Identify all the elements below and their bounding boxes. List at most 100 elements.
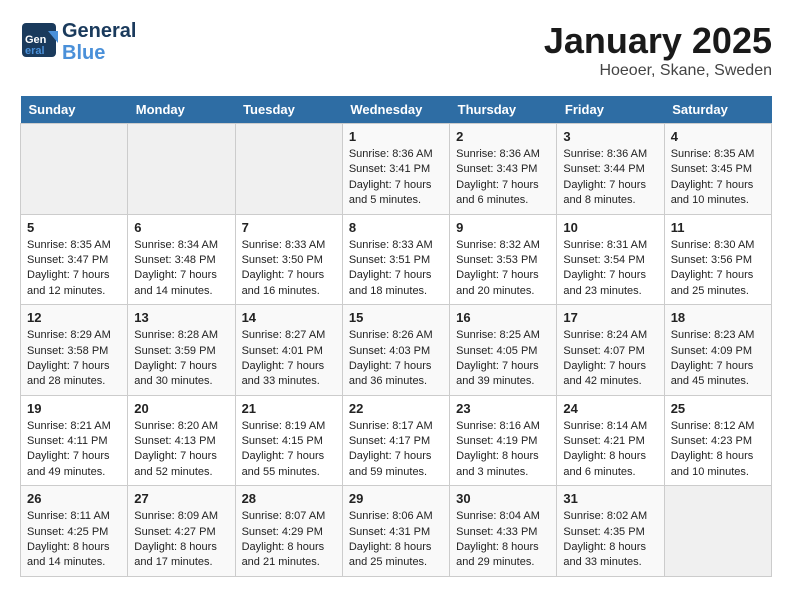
- day-cell: 25 Sunrise: 8:12 AM Sunset: 4:23 PM Dayli…: [664, 395, 771, 486]
- day-info: Sunrise: 8:36 AM Sunset: 3:44 PM Dayligh…: [563, 147, 657, 209]
- day-info: Sunrise: 8:14 AM Sunset: 4:21 PM Dayligh…: [563, 419, 657, 481]
- logo-icon: Gen eral: [20, 21, 58, 64]
- week-row-4: 19Sunrise: 8:21 AM Sunset: 4:11 PM Dayli…: [21, 395, 772, 486]
- day-info: Sunrise: 8:02 AM Sunset: 4:35 PM Dayligh…: [563, 509, 657, 571]
- weekday-friday: Friday: [557, 96, 664, 124]
- day-cell: [21, 124, 128, 215]
- day-cell: [235, 124, 342, 215]
- day-number: 15: [349, 310, 443, 325]
- day-cell: 11 Sunrise: 8:30 AM Sunset: 3:56 PM Dayli…: [664, 214, 771, 305]
- day-number: 27: [134, 491, 228, 506]
- calendar-body: 1Sunrise: 8:36 AM Sunset: 3:41 PM Daylig…: [21, 124, 772, 577]
- day-cell: 13 Sunrise: 8:28 AM Sunset: 3:59 PM Dayli…: [128, 305, 235, 396]
- day-cell: 30 Sunrise: 8:04 AM Sunset: 4:33 PM Dayli…: [450, 486, 557, 577]
- day-info: Sunrise: 8:07 AM Sunset: 4:29 PM Dayligh…: [242, 509, 336, 571]
- day-number: 17: [563, 310, 657, 325]
- day-info: Sunrise: 8:06 AM Sunset: 4:31 PM Dayligh…: [349, 509, 443, 571]
- week-row-5: 26 Sunrise: 8:11 AM Sunset: 4:25 PM Dayli…: [21, 486, 772, 577]
- day-cell: [664, 486, 771, 577]
- day-cell: 27 Sunrise: 8:09 AM Sunset: 4:27 PM Dayli…: [128, 486, 235, 577]
- day-cell: 14Sunrise: 8:27 AM Sunset: 4:01 PM Dayli…: [235, 305, 342, 396]
- day-cell: 7Sunrise: 8:33 AM Sunset: 3:50 PM Daylig…: [235, 214, 342, 305]
- day-cell: 4 Sunrise: 8:35 AM Sunset: 3:45 PM Daylig…: [664, 124, 771, 215]
- day-info: Sunrise: 8:27 AM Sunset: 4:01 PM Dayligh…: [242, 328, 336, 390]
- day-number: 6: [134, 220, 228, 235]
- day-cell: 9 Sunrise: 8:32 AM Sunset: 3:53 PM Daylig…: [450, 214, 557, 305]
- day-info: Sunrise: 8:26 AM Sunset: 4:03 PM Dayligh…: [349, 328, 443, 390]
- day-cell: 19Sunrise: 8:21 AM Sunset: 4:11 PM Dayli…: [21, 395, 128, 486]
- day-info: Sunrise: 8:19 AM Sunset: 4:15 PM Dayligh…: [242, 419, 336, 481]
- day-number: 3: [563, 129, 657, 144]
- location: Hoeoer, Skane, Sweden: [544, 62, 772, 80]
- day-cell: 16Sunrise: 8:25 AM Sunset: 4:05 PM Dayli…: [450, 305, 557, 396]
- day-cell: 20 Sunrise: 8:20 AM Sunset: 4:13 PM Dayli…: [128, 395, 235, 486]
- day-number: 5: [27, 220, 121, 235]
- day-info: Sunrise: 8:36 AM Sunset: 3:43 PM Dayligh…: [456, 147, 550, 209]
- day-number: 4: [671, 129, 765, 144]
- day-number: 28: [242, 491, 336, 506]
- weekday-monday: Monday: [128, 96, 235, 124]
- day-cell: 21 Sunrise: 8:19 AM Sunset: 4:15 PM Dayli…: [235, 395, 342, 486]
- day-cell: 24Sunrise: 8:14 AM Sunset: 4:21 PM Dayli…: [557, 395, 664, 486]
- day-cell: 18 Sunrise: 8:23 AM Sunset: 4:09 PM Dayli…: [664, 305, 771, 396]
- day-number: 25: [671, 401, 765, 416]
- day-number: 8: [349, 220, 443, 235]
- day-info: Sunrise: 8:24 AM Sunset: 4:07 PM Dayligh…: [563, 328, 657, 390]
- weekday-header-row: SundayMondayTuesdayWednesdayThursdayFrid…: [21, 96, 772, 124]
- day-info: Sunrise: 8:11 AM Sunset: 4:25 PM Dayligh…: [27, 509, 121, 571]
- day-info: Sunrise: 8:25 AM Sunset: 4:05 PM Dayligh…: [456, 328, 550, 390]
- weekday-sunday: Sunday: [21, 96, 128, 124]
- day-cell: 17 Sunrise: 8:24 AM Sunset: 4:07 PM Dayli…: [557, 305, 664, 396]
- day-info: Sunrise: 8:20 AM Sunset: 4:13 PM Dayligh…: [134, 419, 228, 481]
- weekday-thursday: Thursday: [450, 96, 557, 124]
- day-cell: 8 Sunrise: 8:33 AM Sunset: 3:51 PM Daylig…: [342, 214, 449, 305]
- day-info: Sunrise: 8:04 AM Sunset: 4:33 PM Dayligh…: [456, 509, 550, 571]
- day-cell: 6Sunrise: 8:34 AM Sunset: 3:48 PM Daylig…: [128, 214, 235, 305]
- day-number: 30: [456, 491, 550, 506]
- logo-blue: Blue: [62, 42, 136, 64]
- svg-text:eral: eral: [25, 45, 45, 57]
- day-info: Sunrise: 8:09 AM Sunset: 4:27 PM Dayligh…: [134, 509, 228, 571]
- weekday-wednesday: Wednesday: [342, 96, 449, 124]
- day-info: Sunrise: 8:31 AM Sunset: 3:54 PM Dayligh…: [563, 238, 657, 300]
- day-cell: 28 Sunrise: 8:07 AM Sunset: 4:29 PM Dayli…: [235, 486, 342, 577]
- day-cell: 2 Sunrise: 8:36 AM Sunset: 3:43 PM Daylig…: [450, 124, 557, 215]
- day-cell: 3 Sunrise: 8:36 AM Sunset: 3:44 PM Daylig…: [557, 124, 664, 215]
- week-row-1: 1Sunrise: 8:36 AM Sunset: 3:41 PM Daylig…: [21, 124, 772, 215]
- calendar-table: SundayMondayTuesdayWednesdayThursdayFrid…: [20, 96, 772, 577]
- day-cell: [128, 124, 235, 215]
- day-number: 31: [563, 491, 657, 506]
- title-block: January 2025 Hoeoer, Skane, Sweden: [544, 20, 772, 80]
- day-info: Sunrise: 8:30 AM Sunset: 3:56 PM Dayligh…: [671, 238, 765, 300]
- day-cell: 15 Sunrise: 8:26 AM Sunset: 4:03 PM Dayli…: [342, 305, 449, 396]
- day-number: 9: [456, 220, 550, 235]
- day-number: 20: [134, 401, 228, 416]
- day-info: Sunrise: 8:35 AM Sunset: 3:45 PM Dayligh…: [671, 147, 765, 209]
- day-number: 11: [671, 220, 765, 235]
- month-title: January 2025: [544, 20, 772, 62]
- day-info: Sunrise: 8:32 AM Sunset: 3:53 PM Dayligh…: [456, 238, 550, 300]
- day-info: Sunrise: 8:33 AM Sunset: 3:51 PM Dayligh…: [349, 238, 443, 300]
- day-cell: 1Sunrise: 8:36 AM Sunset: 3:41 PM Daylig…: [342, 124, 449, 215]
- day-cell: 12Sunrise: 8:29 AM Sunset: 3:58 PM Dayli…: [21, 305, 128, 396]
- day-info: Sunrise: 8:12 AM Sunset: 4:23 PM Dayligh…: [671, 419, 765, 481]
- day-info: Sunrise: 8:33 AM Sunset: 3:50 PM Dayligh…: [242, 238, 336, 300]
- day-cell: 29Sunrise: 8:06 AM Sunset: 4:31 PM Dayli…: [342, 486, 449, 577]
- day-cell: 23Sunrise: 8:16 AM Sunset: 4:19 PM Dayli…: [450, 395, 557, 486]
- day-info: Sunrise: 8:35 AM Sunset: 3:47 PM Dayligh…: [27, 238, 121, 300]
- day-cell: 26 Sunrise: 8:11 AM Sunset: 4:25 PM Dayli…: [21, 486, 128, 577]
- day-number: 23: [456, 401, 550, 416]
- day-number: 12: [27, 310, 121, 325]
- day-number: 21: [242, 401, 336, 416]
- day-number: 13: [134, 310, 228, 325]
- logo-general: General: [62, 20, 136, 42]
- day-cell: 31 Sunrise: 8:02 AM Sunset: 4:35 PM Dayli…: [557, 486, 664, 577]
- day-info: Sunrise: 8:28 AM Sunset: 3:59 PM Dayligh…: [134, 328, 228, 390]
- day-number: 26: [27, 491, 121, 506]
- logo: Gen eral General Blue: [20, 20, 136, 64]
- day-info: Sunrise: 8:17 AM Sunset: 4:17 PM Dayligh…: [349, 419, 443, 481]
- day-number: 2: [456, 129, 550, 144]
- week-row-3: 12Sunrise: 8:29 AM Sunset: 3:58 PM Dayli…: [21, 305, 772, 396]
- day-info: Sunrise: 8:23 AM Sunset: 4:09 PM Dayligh…: [671, 328, 765, 390]
- day-number: 18: [671, 310, 765, 325]
